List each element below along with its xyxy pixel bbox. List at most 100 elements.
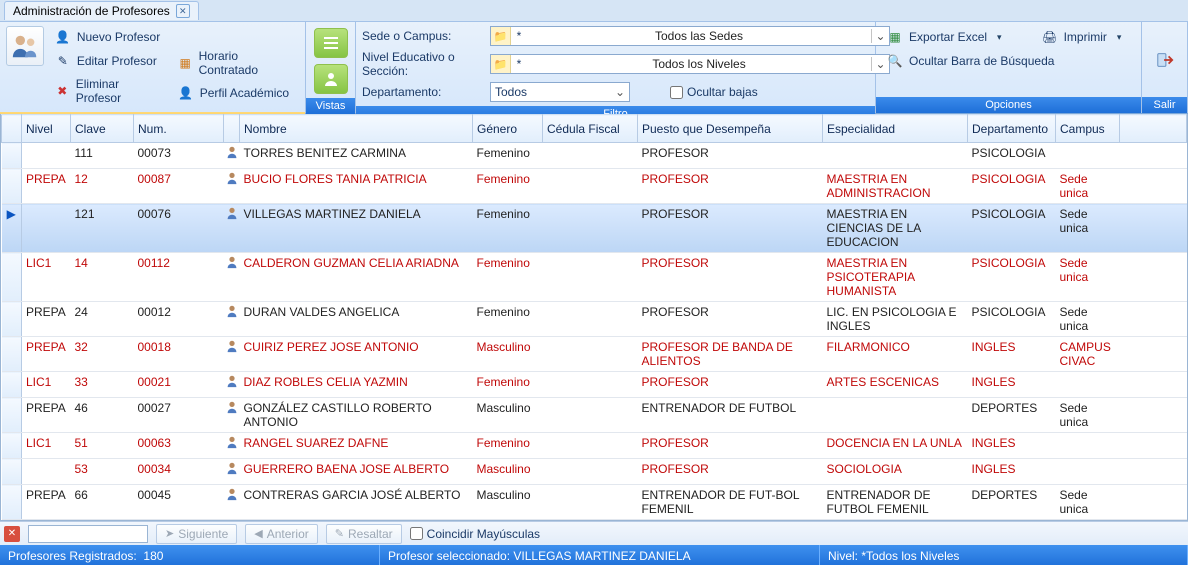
tab-admin-profesores[interactable]: Administración de Profesores ✕ <box>4 1 199 20</box>
coincidir-input[interactable] <box>410 527 423 540</box>
ocultar-bajas-checkbox[interactable]: Ocultar bajas <box>670 85 758 99</box>
cell-num: 00018 <box>134 337 224 372</box>
col-campus[interactable]: Campus <box>1056 115 1120 143</box>
nivel-combo[interactable]: 📁 * Todos los Niveles ⌄ <box>490 54 890 74</box>
cell-person-icon <box>224 398 240 433</box>
imprimir-button[interactable]: 🖨 Imprimir <box>1037 26 1127 48</box>
exportar-excel-button[interactable]: ▦ Exportar Excel <box>882 26 1007 48</box>
col-tail <box>1120 115 1187 143</box>
siguiente-button[interactable]: ➤Siguiente <box>156 524 237 544</box>
cell-nivel <box>22 143 71 169</box>
cell-campus: Sede unica <box>1056 302 1120 337</box>
cell-genero: Femenino <box>473 372 543 398</box>
cell-person-icon <box>224 169 240 204</box>
status-nivel-label: Nivel: <box>828 549 858 563</box>
tab-title: Administración de Profesores <box>13 4 170 18</box>
col-puesto[interactable]: Puesto que Desempeña <box>638 115 823 143</box>
table-row[interactable]: LIC15100063RANGEL SUAREZ DAFNEFemeninoPR… <box>2 433 1187 459</box>
table-row[interactable]: PREPA3200018CUIRIZ PEREZ JOSE ANTONIOMas… <box>2 337 1187 372</box>
anterior-button[interactable]: ◀Anterior <box>245 524 318 544</box>
horario-contratado-button[interactable]: ▦ Horario Contratado <box>173 46 299 80</box>
edit-person-icon: ✎ <box>55 53 71 69</box>
folder-icon: 📁 <box>491 27 511 45</box>
cell-num: 00087 <box>134 169 224 204</box>
folder-icon: 📁 <box>491 55 511 73</box>
col-nombre[interactable]: Nombre <box>240 115 473 143</box>
cell-genero: Femenino <box>473 302 543 337</box>
cell-nombre: RANGEL SUAREZ DAFNE <box>240 433 473 459</box>
eliminar-profesor-label: Eliminar Profesor <box>76 77 162 105</box>
cell-dep: INGLES <box>968 433 1056 459</box>
row-indicator <box>2 398 22 433</box>
prev-icon: ◀ <box>254 527 262 540</box>
cell-genero: Femenino <box>473 253 543 302</box>
table-row[interactable]: PREPA6600045CONTRERAS GARCIA JOSÉ ALBERT… <box>2 485 1187 520</box>
group-salir-title: Salir <box>1142 97 1187 113</box>
col-esp[interactable]: Especialidad <box>823 115 968 143</box>
cell-campus <box>1056 372 1120 398</box>
table-row[interactable]: ▶12100076VILLEGAS MARTINEZ DANIELAFemeni… <box>2 204 1187 253</box>
exit-icon <box>1156 51 1174 69</box>
cell-tail <box>1120 372 1187 398</box>
table-row[interactable]: LIC11400112CALDERON GUZMAN CELIA ARIADNA… <box>2 253 1187 302</box>
registrados-label: Profesores Registrados: <box>8 549 137 563</box>
cell-nombre: CALDERON GUZMAN CELIA ARIADNA <box>240 253 473 302</box>
cell-esp: ENTRENADOR DE FUTBOL FEMENIL <box>823 485 968 520</box>
col-clave[interactable]: Clave <box>71 115 134 143</box>
cell-dep: PSICOLOGIA <box>968 302 1056 337</box>
cell-person-icon <box>224 253 240 302</box>
status-registrados: Profesores Registrados: 180 <box>0 545 380 565</box>
perfil-academico-button[interactable]: 👤 Perfil Académico <box>173 82 299 104</box>
coincidir-checkbox[interactable]: Coincidir Mayúsculas <box>410 527 540 541</box>
cell-dep: INGLES <box>968 337 1056 372</box>
salir-button[interactable] <box>1151 46 1179 74</box>
cell-dep: DEPORTES <box>968 485 1056 520</box>
sede-combo[interactable]: 📁 * Todos las Sedes ⌄ <box>490 26 890 46</box>
tab-close-icon[interactable]: ✕ <box>176 4 190 18</box>
row-indicator <box>2 433 22 459</box>
cell-tail <box>1120 302 1187 337</box>
ocultar-busqueda-button[interactable]: 🔍 Ocultar Barra de Búsqueda <box>882 50 1059 72</box>
cell-puesto: PROFESOR <box>638 433 823 459</box>
col-cedula[interactable]: Cédula Fiscal <box>543 115 638 143</box>
row-indicator <box>2 372 22 398</box>
delete-person-icon: ✖ <box>55 83 70 99</box>
new-person-icon: 👤 <box>55 29 71 45</box>
col-dep[interactable]: Departamento <box>968 115 1056 143</box>
cell-num: 00063 <box>134 433 224 459</box>
table-row[interactable]: PREPA4600027GONZÁLEZ CASTILLO ROBERTO AN… <box>2 398 1187 433</box>
col-num[interactable]: Num. <box>134 115 224 143</box>
table-row[interactable]: 11100073TORRES BENITEZ CARMINAFemeninoPR… <box>2 143 1187 169</box>
editar-profesor-button[interactable]: ✎ Editar Profesor <box>50 50 167 72</box>
table-row[interactable]: PREPA1200087BUCIO FLORES TANIA PATRICIAF… <box>2 169 1187 204</box>
cell-clave: 111 <box>71 143 134 169</box>
cell-clave: 12 <box>71 169 134 204</box>
view-card-button[interactable] <box>314 64 348 94</box>
close-find-button[interactable]: ✕ <box>4 526 20 542</box>
cell-tail <box>1120 398 1187 433</box>
cell-genero: Masculino <box>473 337 543 372</box>
departamento-select[interactable]: Todos ⌄ <box>490 82 630 102</box>
cell-campus: Sede unica <box>1056 169 1120 204</box>
cell-tail <box>1120 433 1187 459</box>
ocultar-bajas-input[interactable] <box>670 86 683 99</box>
table-row[interactable]: 5300034GUERRERO BAENA JOSE ALBERTOMascul… <box>2 459 1187 485</box>
editar-profesor-label: Editar Profesor <box>77 54 157 68</box>
col-nivel[interactable]: Nivel <box>22 115 71 143</box>
cell-nombre: CUIRIZ PEREZ JOSE ANTONIO <box>240 337 473 372</box>
sede-value: Todos las Sedes <box>527 29 871 43</box>
resaltar-button[interactable]: ✎Resaltar <box>326 524 402 544</box>
table-row[interactable]: PREPA2400012DURAN VALDES ANGELICAFemenin… <box>2 302 1187 337</box>
row-indicator <box>2 337 22 372</box>
seleccion-value: VILLEGAS MARTINEZ DANIELA <box>513 549 690 563</box>
header-row: Nivel Clave Num. Nombre Género Cédula Fi… <box>2 115 1187 143</box>
eliminar-profesor-button[interactable]: ✖ Eliminar Profesor <box>50 74 167 108</box>
table-row[interactable]: LIC13300021DIAZ ROBLES CELIA YAZMINFemen… <box>2 372 1187 398</box>
cell-nivel <box>22 204 71 253</box>
col-genero[interactable]: Género <box>473 115 543 143</box>
row-indicator <box>2 143 22 169</box>
cell-nombre: DIAZ ROBLES CELIA YAZMIN <box>240 372 473 398</box>
find-input[interactable] <box>28 525 148 543</box>
view-list-button[interactable] <box>314 28 348 58</box>
nuevo-profesor-button[interactable]: 👤 Nuevo Profesor <box>50 26 167 48</box>
